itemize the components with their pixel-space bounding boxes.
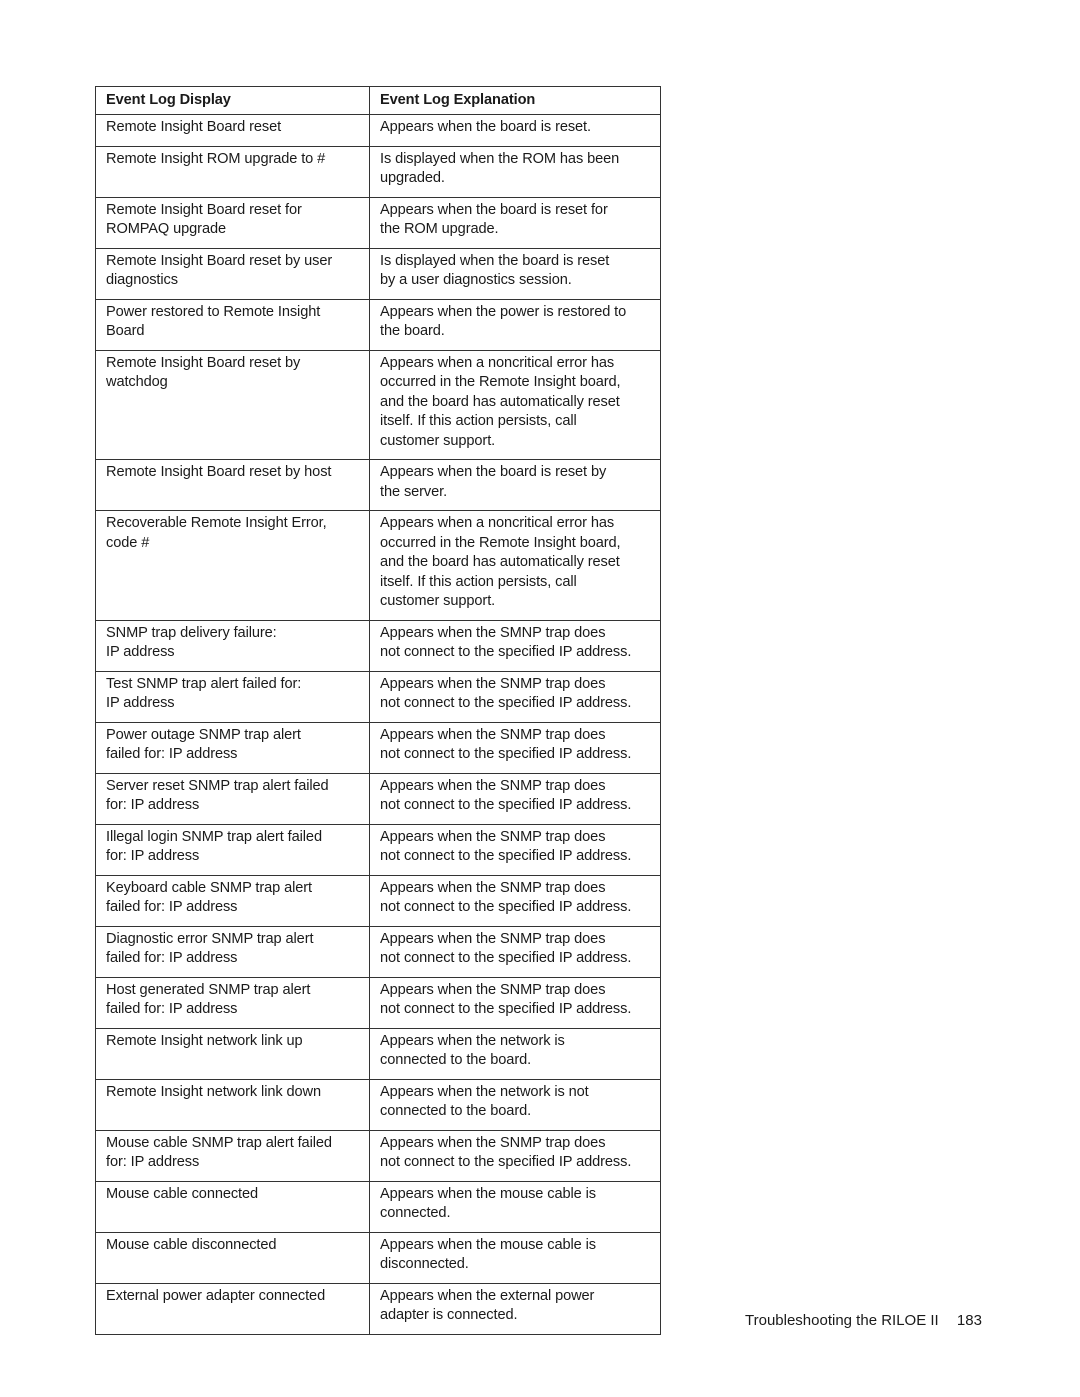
- event-log-display-cell: External power adapter connected: [95, 1282, 370, 1335]
- event-log-explanation-cell: Appears when the SNMP trap does not conn…: [369, 925, 661, 978]
- event-log-display-cell: Power outage SNMP trap alert failed for:…: [95, 721, 370, 774]
- event-log-display-cell: Remote Insight Board reset by user diagn…: [95, 247, 370, 300]
- event-log-explanation-cell: Appears when the board is reset by the s…: [369, 459, 661, 511]
- table-row: Host generated SNMP trap alert failed fo…: [95, 976, 661, 1029]
- event-log-explanation-cell: Appears when the external power adapter …: [369, 1282, 661, 1335]
- event-log-display-cell: Recoverable Remote Insight Error, code #: [95, 510, 370, 621]
- table-header-row: Event Log Display Event Log Explanation: [95, 86, 661, 115]
- event-log-explanation-cell: Appears when the board is reset for the …: [369, 196, 661, 249]
- event-log-explanation-cell: Appears when a noncritical error has occ…: [369, 349, 661, 460]
- event-log-explanation-cell: Appears when the board is reset.: [369, 114, 661, 147]
- event-log-explanation-cell: Appears when the SNMP trap does not conn…: [369, 823, 661, 876]
- event-log-display-cell: Server reset SNMP trap alert failed for:…: [95, 772, 370, 825]
- event-log-explanation-cell: Appears when the power is restored to th…: [369, 298, 661, 351]
- event-log-explanation-cell: Appears when the SNMP trap does not conn…: [369, 670, 661, 723]
- event-log-display-cell: Keyboard cable SNMP trap alert failed fo…: [95, 874, 370, 927]
- event-log-display-cell: Remote Insight network link up: [95, 1027, 370, 1080]
- table-row: Mouse cable SNMP trap alert failed for: …: [95, 1129, 661, 1182]
- table-row: Keyboard cable SNMP trap alert failed fo…: [95, 874, 661, 927]
- event-log-explanation-cell: Appears when the SNMP trap does not conn…: [369, 1129, 661, 1182]
- event-log-display-cell: Remote Insight Board reset by host: [95, 459, 370, 511]
- table-row: Remote Insight Board reset by host Appear…: [95, 459, 661, 511]
- event-log-display-cell: Mouse cable SNMP trap alert failed for: …: [95, 1129, 370, 1182]
- table-row: Remote Insight network link down Appears …: [95, 1078, 661, 1131]
- event-log-display-cell: Mouse cable connected: [95, 1180, 370, 1233]
- event-log-explanation-cell: Is displayed when the ROM has been upgra…: [369, 145, 661, 198]
- event-log-display-cell: Mouse cable disconnected: [95, 1231, 370, 1284]
- event-log-explanation-cell: Is displayed when the board is reset by …: [369, 247, 661, 300]
- event-log-display-cell: Remote Insight Board reset for ROMPAQ up…: [95, 196, 370, 249]
- event-log-display-cell: Test SNMP trap alert failed for: IP addr…: [95, 670, 370, 723]
- table-row: Power outage SNMP trap alert failed for:…: [95, 721, 661, 774]
- table-row: Remote Insight Board reset for ROMPAQ up…: [95, 196, 661, 249]
- table-row: External power adapter connected Appears …: [95, 1282, 661, 1335]
- table-row: Remote Insight Board reset by watchdog Ap…: [95, 349, 661, 460]
- event-log-display-cell: Remote Insight Board reset by watchdog: [95, 349, 370, 460]
- table-row: Server reset SNMP trap alert failed for:…: [95, 772, 661, 825]
- event-log-explanation-cell: Appears when the SNMP trap does not conn…: [369, 772, 661, 825]
- table-body: Remote Insight Board reset Appears when t…: [95, 114, 661, 1335]
- event-log-explanation-cell: Appears when the mouse cable is connecte…: [369, 1180, 661, 1233]
- event-log-display-cell: Remote Insight ROM upgrade to #: [95, 145, 370, 198]
- event-log-explanation-cell: Appears when the SNMP trap does not conn…: [369, 874, 661, 927]
- event-log-display-cell: Power restored to Remote Insight Board: [95, 298, 370, 351]
- table-row: Illegal login SNMP trap alert failed for…: [95, 823, 661, 876]
- table-row: Remote Insight Board reset by user diagn…: [95, 247, 661, 300]
- table-row: Remote Insight network link up Appears wh…: [95, 1027, 661, 1080]
- table-row: SNMP trap delivery failure: IP address Ap…: [95, 619, 661, 672]
- event-log-explanation-cell: Appears when the mouse cable is disconne…: [369, 1231, 661, 1284]
- event-log-display-cell: Remote Insight Board reset: [95, 114, 370, 147]
- event-log-display-cell: Host generated SNMP trap alert failed fo…: [95, 976, 370, 1029]
- table-row: Remote Insight ROM upgrade to # Is displa…: [95, 145, 661, 198]
- event-log-explanation-cell: Appears when the SMNP trap does not conn…: [369, 619, 661, 672]
- table-row: Test SNMP trap alert failed for: IP addr…: [95, 670, 661, 723]
- event-log-explanation-cell: Appears when a noncritical error has occ…: [369, 510, 661, 621]
- event-log-display-cell: Remote Insight network link down: [95, 1078, 370, 1131]
- event-log-explanation-cell: Appears when the SNMP trap does not conn…: [369, 976, 661, 1029]
- footer-section-title: Troubleshooting the RILOE II: [745, 1312, 939, 1329]
- header-event-log-explanation: Event Log Explanation: [369, 86, 661, 115]
- event-log-display-cell: SNMP trap delivery failure: IP address: [95, 619, 370, 672]
- table-row: Power restored to Remote Insight Board Ap…: [95, 298, 661, 351]
- page-footer: Troubleshooting the RILOE II 183: [745, 1312, 982, 1329]
- page-number: 183: [956, 1312, 982, 1329]
- table-row: Mouse cable connected Appears when the mo…: [95, 1180, 661, 1233]
- event-log-explanation-cell: Appears when the network is connected to…: [369, 1027, 661, 1080]
- table-row: Diagnostic error SNMP trap alert failed …: [95, 925, 661, 978]
- event-log-table: Event Log Display Event Log Explanation …: [95, 86, 661, 1335]
- table-row: Recoverable Remote Insight Error, code #…: [95, 510, 661, 621]
- event-log-explanation-cell: Appears when the network is not connecte…: [369, 1078, 661, 1131]
- event-log-explanation-cell: Appears when the SNMP trap does not conn…: [369, 721, 661, 774]
- event-log-display-cell: Diagnostic error SNMP trap alert failed …: [95, 925, 370, 978]
- table-row: Mouse cable disconnected Appears when the…: [95, 1231, 661, 1284]
- header-event-log-display: Event Log Display: [95, 86, 370, 115]
- table-row: Remote Insight Board reset Appears when t…: [95, 114, 661, 147]
- event-log-display-cell: Illegal login SNMP trap alert failed for…: [95, 823, 370, 876]
